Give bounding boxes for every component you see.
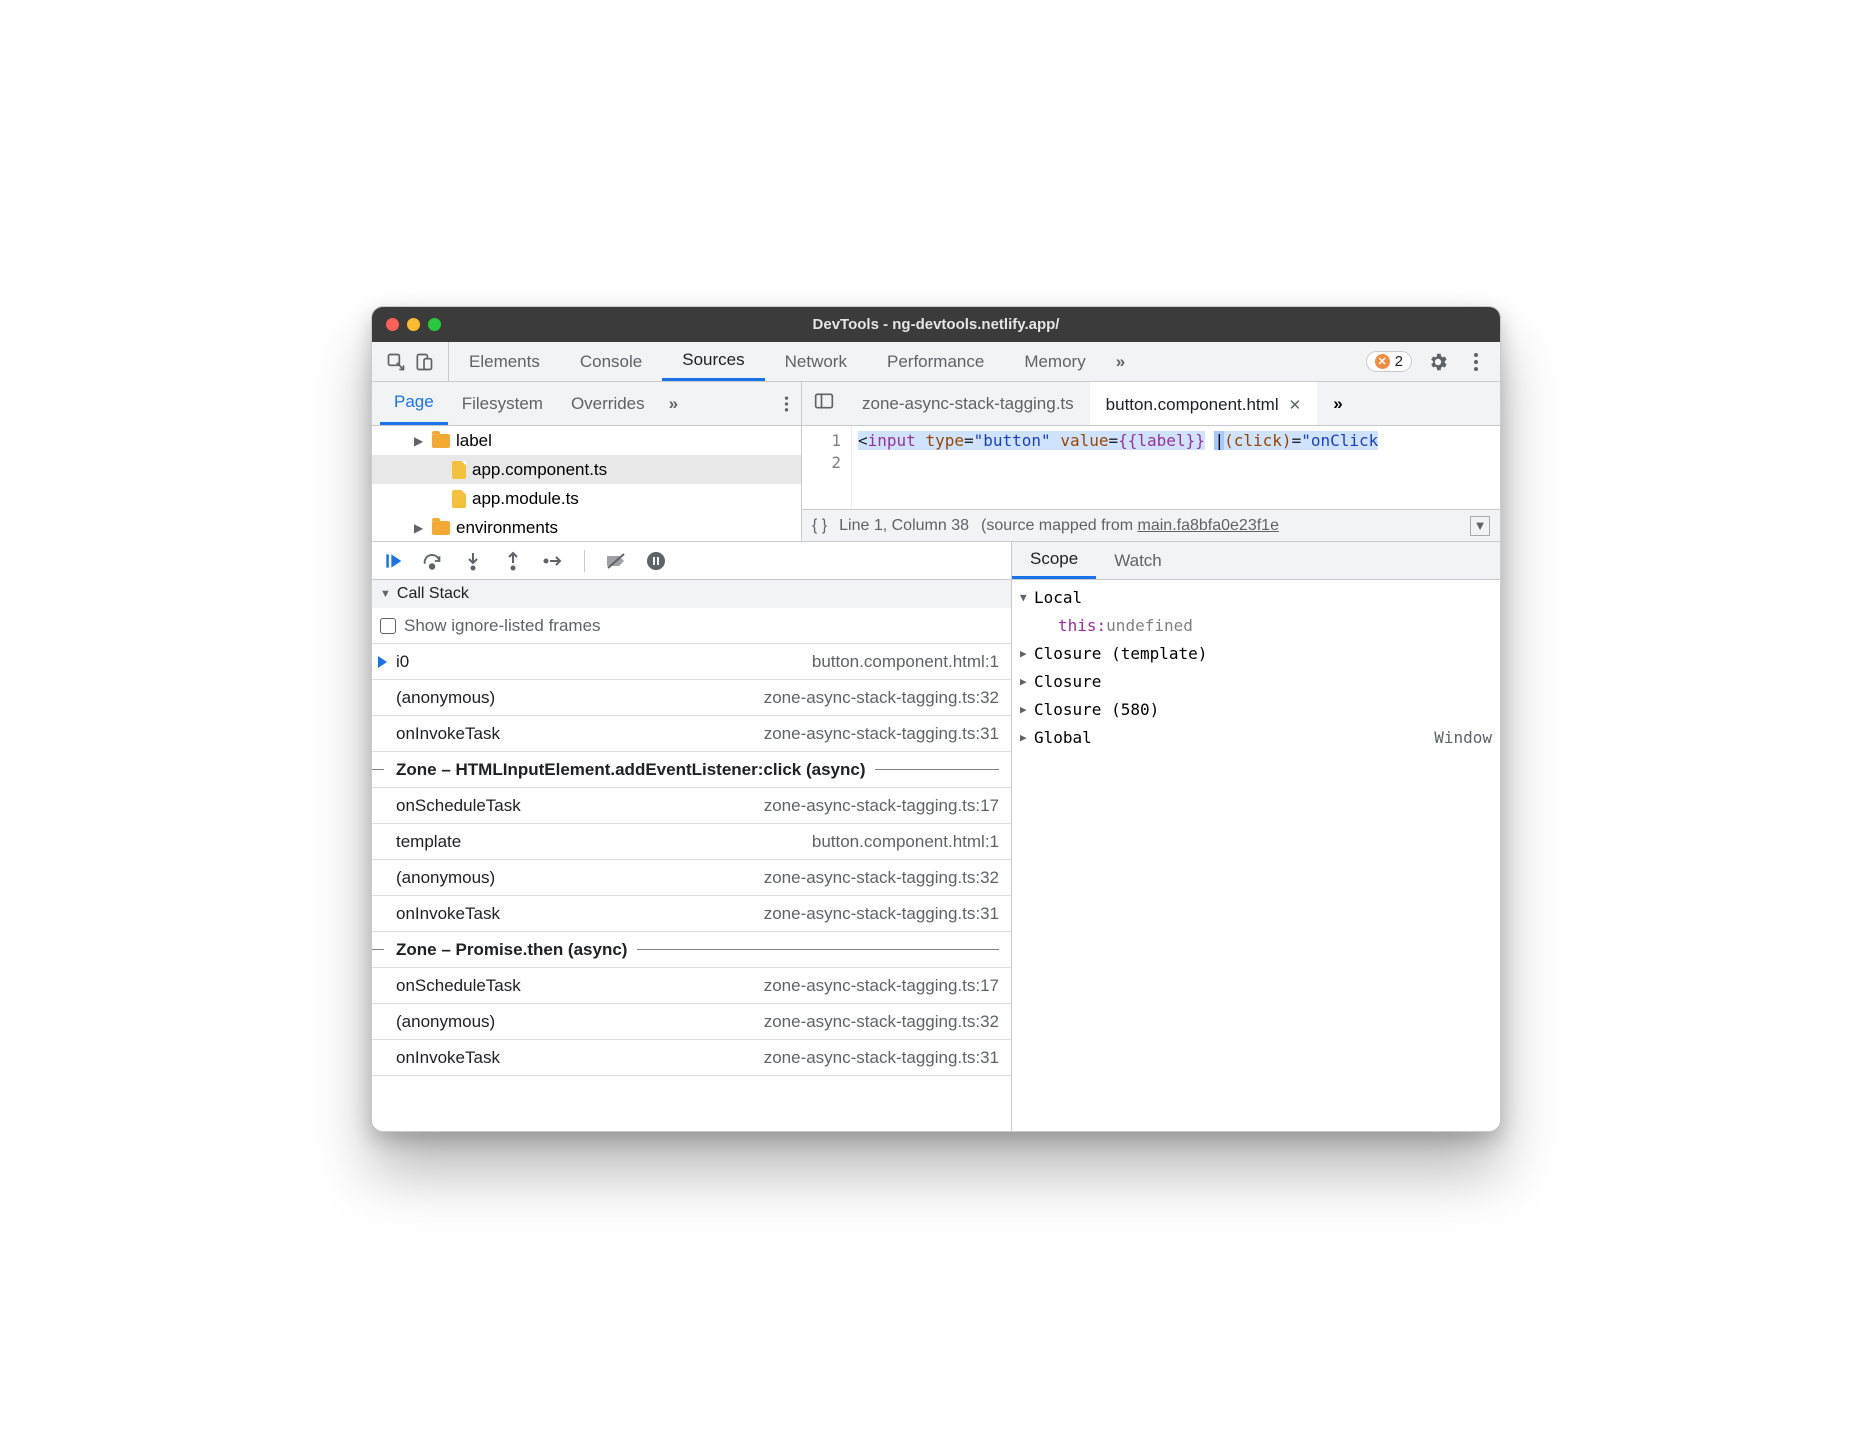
expand-icon: ▶ [1020,668,1034,696]
show-ignore-listed-checkbox[interactable]: Show ignore-listed frames [372,608,1011,644]
stack-frame[interactable]: templatebutton.component.html:1 [372,824,1011,860]
stack-frame[interactable]: (anonymous)zone-async-stack-tagging.ts:3… [372,1004,1011,1040]
line-gutter: 1 2 [802,426,852,509]
stack-frame[interactable]: onScheduleTaskzone-async-stack-tagging.t… [372,788,1011,824]
cursor-position: Line 1, Column 38 [839,517,969,535]
step-over-icon[interactable] [422,550,444,572]
main-tab-network[interactable]: Network [765,342,867,381]
async-boundary: Zone – HTMLInputElement.addEventListener… [372,752,1011,788]
file-tab[interactable]: zone-async-stack-tagging.ts [846,382,1090,425]
tree-folder[interactable]: ▶environments [372,513,801,541]
expand-icon: ▶ [1020,640,1034,668]
kebab-menu-icon[interactable] [1464,350,1488,374]
window-title: DevTools - ng-devtools.netlify.app/ [372,316,1500,333]
devtools-main-toolbar: ElementsConsoleSourcesNetworkPerformance… [372,342,1500,382]
more-subtabs-icon[interactable]: » [659,394,688,414]
resume-icon[interactable] [382,550,404,572]
titlebar: DevTools - ng-devtools.netlify.app/ [372,307,1500,342]
expand-icon: ▶ [414,434,426,448]
step-into-icon[interactable] [462,550,484,572]
tree-folder[interactable]: ▶label [372,426,801,455]
debugger-toolbar [372,542,1011,580]
navigator-menu-icon[interactable] [772,395,801,413]
scope-entry[interactable]: ▶Closure (580) [1020,696,1492,724]
main-tab-memory[interactable]: Memory [1004,342,1105,381]
step-out-icon[interactable] [502,550,524,572]
devtools-window: DevTools - ng-devtools.netlify.app/ Elem… [371,306,1501,1132]
sourcemap-link[interactable]: main.fa8bfa0e23f1e [1138,517,1279,534]
main-tab-performance[interactable]: Performance [867,342,1004,381]
stack-frame[interactable]: i0button.component.html:1 [372,644,1011,680]
stack-frame[interactable]: onInvokeTaskzone-async-stack-tagging.ts:… [372,1040,1011,1076]
code-editor[interactable]: 1 2 <input type="button" value={{label}}… [802,426,1500,509]
file-tab[interactable]: button.component.html✕ [1090,382,1318,425]
folder-icon [432,521,450,535]
file-icon [452,490,466,508]
expand-icon: ▶ [1020,696,1034,724]
scope-tab-watch[interactable]: Watch [1096,542,1180,579]
main-tab-sources[interactable]: Sources [662,342,764,381]
tree-file[interactable]: app.component.ts [372,455,801,484]
error-count: 2 [1395,353,1403,370]
scope-entry[interactable]: ▶Closure [1020,668,1492,696]
more-tabs-icon[interactable]: » [1106,352,1135,372]
pretty-print-icon[interactable]: { } [812,517,827,535]
sub-tab-filesystem[interactable]: Filesystem [448,382,557,425]
expand-icon: ▼ [1020,584,1034,612]
settings-gear-icon[interactable] [1426,350,1450,374]
main-tab-elements[interactable]: Elements [449,342,560,381]
tree-file[interactable]: app.module.ts [372,484,801,513]
deactivate-breakpoints-icon[interactable] [605,550,627,572]
expand-icon: ▶ [414,521,426,535]
editor-tabstrip: zone-async-stack-tagging.tsbutton.compon… [802,382,1500,425]
pause-exceptions-icon[interactable] [645,550,667,572]
error-count-badge[interactable]: ✕ 2 [1366,351,1412,372]
expand-icon: ▶ [1020,724,1034,752]
stack-frame[interactable]: (anonymous)zone-async-stack-tagging.ts:3… [372,680,1011,716]
scope-entry[interactable]: ▶GlobalWindow [1020,724,1492,752]
scope-tab-scope[interactable]: Scope [1012,542,1096,579]
stack-frame[interactable]: onInvokeTaskzone-async-stack-tagging.ts:… [372,716,1011,752]
file-tree[interactable]: ▶labelapp.component.tsapp.module.ts▶envi… [372,426,802,541]
step-icon[interactable] [542,550,564,572]
scope-panel: ScopeWatch ▼Localthis: undefined▶Closure… [1012,542,1500,1131]
main-tab-console[interactable]: Console [560,342,662,381]
sub-tab-overrides[interactable]: Overrides [557,382,659,425]
device-toolbar-icon[interactable] [412,350,436,374]
error-icon: ✕ [1375,354,1390,369]
async-boundary: Zone – Promise.then (async) [372,932,1011,968]
close-tab-icon[interactable]: ✕ [1289,396,1302,414]
collapse-bottom-icon[interactable]: ▼ [1470,516,1490,536]
editor-statusbar: { } Line 1, Column 38 (source mapped fro… [802,509,1500,541]
sub-tab-page[interactable]: Page [380,382,448,425]
navigator-panel: PageFilesystemOverrides » [372,382,802,425]
collapse-icon: ▼ [380,588,391,600]
inspect-element-icon[interactable] [384,350,408,374]
scope-entry[interactable]: ▶Closure (template) [1020,640,1492,668]
stack-frame[interactable]: onScheduleTaskzone-async-stack-tagging.t… [372,968,1011,1004]
stack-frame[interactable]: onInvokeTaskzone-async-stack-tagging.ts:… [372,896,1011,932]
call-stack-header[interactable]: ▼ Call Stack [372,580,1011,608]
file-icon [452,461,466,479]
code-content[interactable]: <input type="button" value={{label}} |(c… [852,426,1500,509]
stack-frame[interactable]: (anonymous)zone-async-stack-tagging.ts:3… [372,860,1011,896]
toggle-navigator-icon[interactable] [802,392,846,415]
folder-icon [432,434,450,448]
debugger-panel: ▼ Call Stack Show ignore-listed frames i… [372,542,1012,1131]
scope-entry[interactable]: ▼Local [1020,584,1492,612]
checkbox-icon [380,618,396,634]
scope-entry[interactable]: this: undefined [1020,612,1492,640]
more-file-tabs-icon[interactable]: » [1323,394,1352,414]
